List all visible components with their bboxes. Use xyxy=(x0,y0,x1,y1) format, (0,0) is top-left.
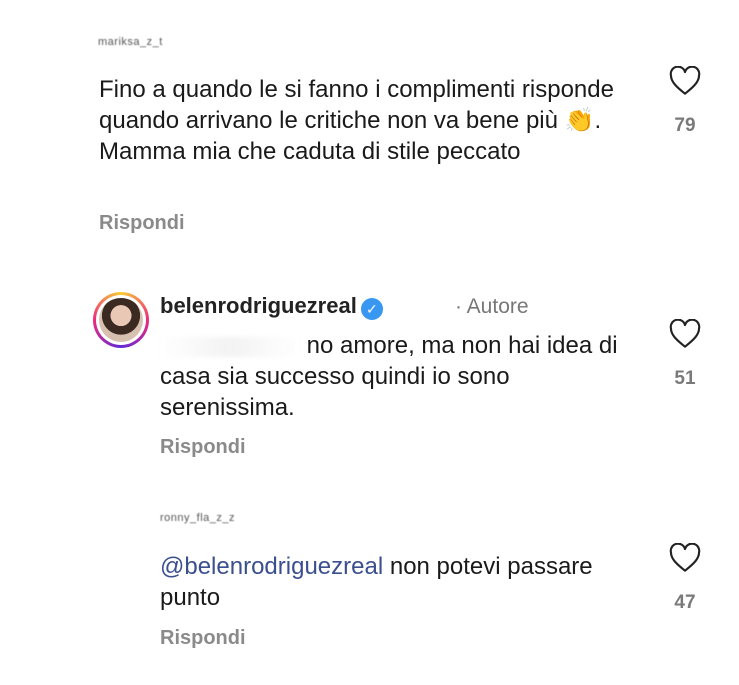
reply-button[interactable]: Rispondi xyxy=(160,627,246,650)
avatar[interactable] xyxy=(93,292,149,348)
verified-badge-icon: ✓ xyxy=(360,297,383,320)
like-group: 47 xyxy=(655,542,715,614)
comment-text: Fino a quando le si fanno i complimenti … xyxy=(99,74,644,167)
author-username[interactable]: belenrodriguezreal xyxy=(160,293,357,318)
comment-text: @belenrodriguezreal non potevi passare p… xyxy=(160,551,620,613)
like-count: 51 xyxy=(674,368,696,389)
reply-button[interactable]: Rispondi xyxy=(99,212,185,235)
comment-username[interactable]: ronny_fla_z_z xyxy=(160,512,235,524)
like-count: 79 xyxy=(674,115,696,136)
clapping-hands-emoji: 👏 xyxy=(564,107,595,134)
comment-text: no amore, ma non hai idea di casa sia su… xyxy=(160,330,640,423)
heart-outline-icon[interactable] xyxy=(669,65,701,96)
redacted-mention xyxy=(160,336,300,357)
like-count: 47 xyxy=(674,592,696,613)
comment-header: belenrodriguezreal ✓ xyxy=(160,293,383,320)
heart-outline-icon[interactable] xyxy=(669,318,701,349)
reply-button[interactable]: Rispondi xyxy=(160,436,246,459)
author-tag: · Autore xyxy=(455,295,529,318)
like-group: 79 xyxy=(655,65,715,137)
comment-text-part: Fino a quando le si fanno i complimenti … xyxy=(99,76,614,134)
heart-outline-icon[interactable] xyxy=(669,542,701,573)
comment-username[interactable]: mariksa_z_t xyxy=(98,36,163,48)
avatar-photo xyxy=(99,298,143,342)
like-group: 51 xyxy=(655,318,715,390)
mention-link[interactable]: @belenrodriguezreal xyxy=(160,553,383,580)
avatar-ring xyxy=(96,295,146,345)
